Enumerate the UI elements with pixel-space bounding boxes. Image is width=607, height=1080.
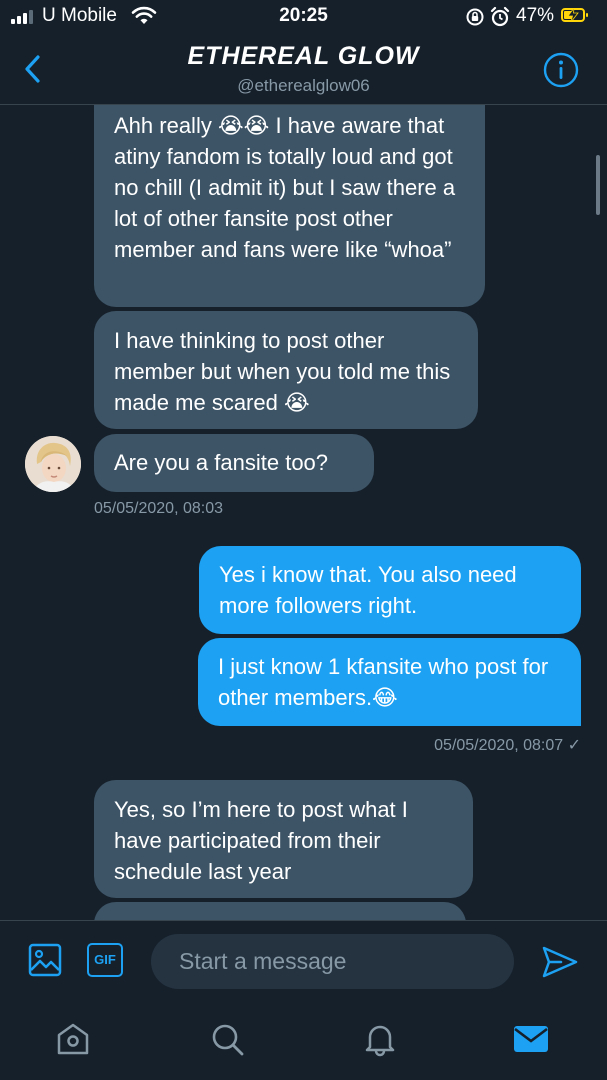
battery-charging-icon xyxy=(561,8,588,22)
home-icon[interactable] xyxy=(55,1020,91,1058)
conversation-header: ETHEREAL GLOW @etherealglow06 xyxy=(0,34,607,105)
message-bubble-incoming-partial[interactable] xyxy=(94,902,466,920)
gif-button[interactable]: GIF xyxy=(87,943,123,977)
avatar[interactable] xyxy=(25,436,81,492)
message-bubble-outgoing[interactable]: Yes i know that. You also need more foll… xyxy=(199,546,581,634)
battery-percentage: 47% xyxy=(516,5,555,26)
bottom-navigation xyxy=(0,1002,607,1080)
info-icon[interactable] xyxy=(543,52,579,88)
message-timestamp: 05/05/2020, 08:03 xyxy=(94,500,224,517)
send-icon[interactable] xyxy=(541,945,579,979)
message-thread[interactable]: Ahh really 😭😭 I have aware that atiny fa… xyxy=(0,105,607,920)
message-composer: GIF Start a message xyxy=(0,920,607,1003)
search-icon[interactable] xyxy=(209,1020,245,1058)
message-bubble-incoming[interactable]: I have thinking to post other member but… xyxy=(94,311,478,429)
scrollbar[interactable] xyxy=(596,155,600,215)
message-bubble-incoming[interactable]: Yes, so I’m here to post what I have par… xyxy=(94,780,473,898)
image-icon[interactable] xyxy=(28,943,62,977)
status-bar: U Mobile 20:25 47% xyxy=(0,0,607,34)
conversation-handle: @etherealglow06 xyxy=(237,76,370,95)
message-bubble-incoming[interactable]: Ahh really 😭😭 I have aware that atiny fa… xyxy=(94,105,485,307)
message-bubble-incoming[interactable]: Are you a fansite too? xyxy=(94,434,374,492)
alarm-icon xyxy=(490,6,510,27)
bell-icon[interactable] xyxy=(362,1020,398,1058)
message-timestamp: 05/05/2020, 08:07 ✓ xyxy=(434,737,581,754)
mail-icon[interactable] xyxy=(513,1020,549,1058)
message-input[interactable]: Start a message xyxy=(151,934,514,989)
rotation-lock-icon xyxy=(466,8,484,26)
message-bubble-outgoing[interactable]: I just know 1 kfansite who post for othe… xyxy=(198,638,581,726)
conversation-title: ETHEREAL GLOW xyxy=(187,42,420,70)
